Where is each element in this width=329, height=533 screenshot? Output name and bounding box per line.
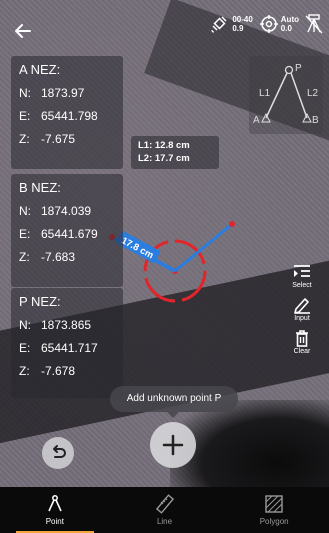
status-bar: 00-40 0.9 Auto 0.0 [210,14,323,34]
back-button[interactable] [12,20,34,42]
tool-column: Select Input Clear [287,263,317,355]
east-key: E: [19,227,31,241]
point-compass-icon [48,495,62,512]
satellite-count: 00-40 [232,15,253,24]
satellite-precision: 0.9 [232,24,244,33]
point-b-north: N: 1874.039 [19,200,115,223]
elevation-key: Z: [19,250,30,264]
point-p-elevation: Z: -7.678 [19,360,115,383]
clear-button[interactable]: Clear [292,329,312,355]
input-button[interactable]: Input [292,296,312,322]
north-key: N: [19,204,31,218]
plus-icon [162,434,184,456]
length-l1: L1: 12.8 cm [138,140,190,151]
point-b-elevation: Z: -7.683 [19,246,115,269]
ruler-icon [155,494,174,514]
tripod-status [305,14,323,34]
point-p-east: E: 65441.717 [19,337,115,360]
arrow-left-icon [15,24,31,38]
tripod-off-icon [305,14,323,34]
point-p-north: N: 1873.865 [19,314,115,337]
north-value: 1873.865 [41,318,92,332]
elevation-key: Z: [19,364,30,378]
point-a-north: N: 1873.97 [19,82,115,105]
clear-label: Clear [293,348,311,355]
point-a-east: E: 65441.798 [19,105,115,128]
select-label: Select [292,282,312,289]
point-a-panel: A NEZ: N: 1873.97 E: 65441.798 Z: -7.675 [11,56,123,169]
elevation-value: -7.678 [41,364,76,378]
east-value: 65441.717 [41,341,98,355]
point-a-elevation: Z: -7.675 [19,128,115,151]
diagram-label-l2: L2 [307,88,319,99]
pencil-icon [294,298,310,314]
target-status: Auto 0.0 [259,14,299,34]
lengths-panel: L1: 12.8 cm L2: 17.7 cm [131,136,219,169]
length-l2: L2: 17.7 cm [138,153,190,164]
east-key: E: [19,109,31,123]
diagram-label-a: A [253,115,260,126]
target-value: 0.0 [280,24,292,33]
tab-polygon-label: Polygon [259,517,289,526]
hint-tooltip: Add unknown point P [110,386,238,418]
add-point-button[interactable] [150,422,196,468]
diagram-label-l1: L1 [259,88,271,99]
elevation-key: Z: [19,132,30,146]
point-a-title: A NEZ: [19,62,61,77]
crosshair-icon [259,15,278,33]
north-key: N: [19,318,31,332]
tab-point-label: Point [45,517,64,526]
bottom-nav: Point Line Polygon [0,487,329,533]
undo-icon [53,445,66,458]
point-b-east: E: 65441.679 [19,223,115,246]
satellite-icon [211,16,227,33]
polygon-area-icon [265,495,283,513]
east-value: 65441.798 [41,109,98,123]
tab-line[interactable]: Line [110,487,220,533]
input-label: Input [294,315,310,322]
trash-icon [296,330,308,347]
north-key: N: [19,86,31,100]
point-p-title: P NEZ: [19,294,61,309]
select-button[interactable]: Select [292,263,312,289]
elevation-value: -7.683 [41,250,76,264]
target-mode: Auto [280,15,299,24]
tab-polygon[interactable]: Polygon [219,487,329,533]
east-value: 65441.679 [41,227,98,241]
geometry-diagram: P L1 L2 A B [249,56,323,134]
point-p-panel: P NEZ: N: 1873.865 E: 65441.717 Z: -7.678 [11,288,123,398]
point-b-title: B NEZ: [19,180,61,195]
diagram-label-p: P [295,63,302,74]
select-list-icon [294,265,310,277]
satellite-status: 00-40 0.9 [210,14,253,34]
point-b-marker [229,221,235,227]
tab-point[interactable]: Point [0,487,110,533]
triangle-diagram-icon: P L1 L2 A B [253,63,319,126]
tab-line-label: Line [156,517,173,526]
diagram-label-b: B [312,115,319,126]
undo-button[interactable] [42,437,74,469]
north-value: 1873.97 [41,86,85,100]
elevation-value: -7.675 [41,132,76,146]
east-key: E: [19,341,31,355]
point-b-panel: B NEZ: N: 1874.039 E: 65441.679 Z: -7.683 [11,174,123,287]
north-value: 1874.039 [41,204,92,218]
